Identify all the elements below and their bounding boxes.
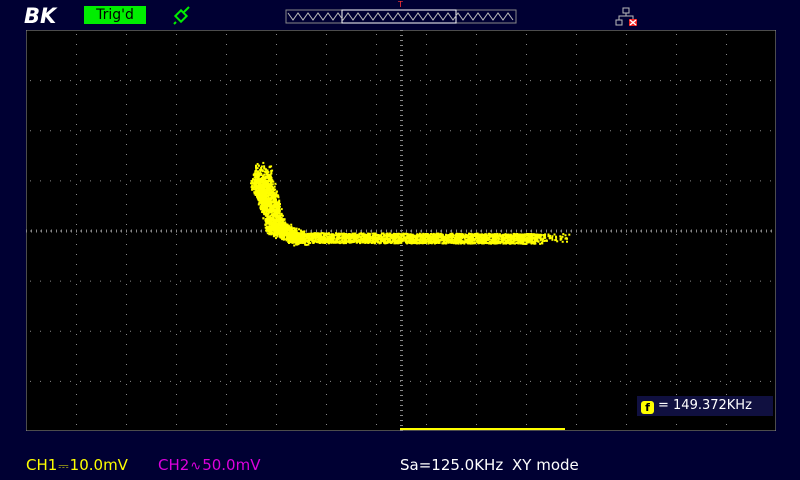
ac-coupling-icon: ∿ xyxy=(190,459,202,474)
ch1-scale: 10.0mV xyxy=(69,456,128,474)
frequency-value: = 149.372KHz xyxy=(658,398,752,413)
ch1-status[interactable]: CH1⎓10.0mV xyxy=(26,454,128,476)
ch2-label: CH2 xyxy=(158,456,190,474)
sample-rate: Sa=125.0KHz xyxy=(400,456,504,474)
probe-icon xyxy=(173,6,190,25)
horizontal-position-ruler: T xyxy=(285,0,517,24)
frequency-readout: f = 149.372KHz xyxy=(637,396,773,416)
dc-coupling-icon: ⎓ xyxy=(58,459,69,474)
waveform-display[interactable] xyxy=(26,30,776,431)
ch2-scale: 50.0mV xyxy=(202,456,261,474)
bk-logo: BK xyxy=(24,4,58,26)
trigger-status-badge: Trig'd xyxy=(84,6,146,24)
ch2-status[interactable]: CH2∿50.0mV xyxy=(158,454,260,476)
memory-position-bar xyxy=(400,428,565,430)
network-disconnected-icon xyxy=(615,7,637,26)
ch1-label: CH1 xyxy=(26,456,58,474)
logo-text: BK xyxy=(24,4,58,26)
frequency-counter-icon: f xyxy=(641,401,654,414)
trigger-position-marker: T xyxy=(397,0,403,9)
display-mode: XY mode xyxy=(512,456,579,474)
